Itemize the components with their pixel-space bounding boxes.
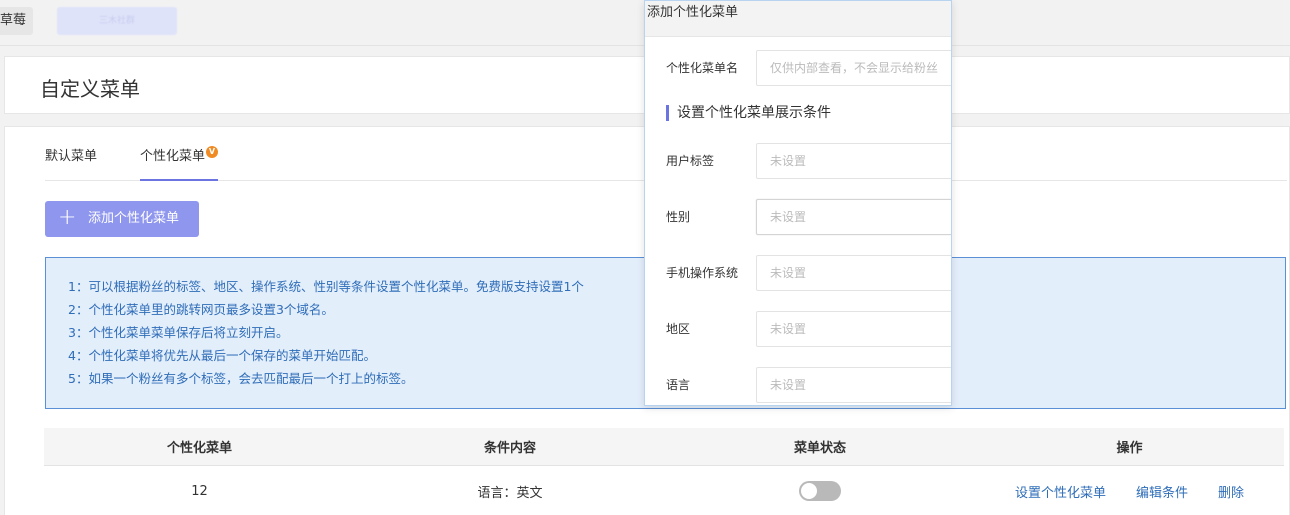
region-select[interactable]: 未设置: [756, 311, 951, 347]
row-condition: 语言：英文: [477, 485, 543, 501]
dialog-title: 添加个性化菜单: [645, 1, 951, 37]
os-row: 手机操作系统 未设置: [645, 255, 951, 291]
delete-link[interactable]: 删除: [1218, 482, 1244, 501]
toggle-knob: [801, 483, 817, 499]
os-label: 手机操作系统: [666, 266, 739, 280]
top-tab-account[interactable]: 草莓: [0, 7, 33, 35]
region-row: 地区 未设置: [645, 311, 951, 347]
row-menu-name: 12: [191, 483, 208, 499]
os-select[interactable]: 未设置: [756, 255, 951, 291]
page-title: 自定义菜单: [40, 77, 140, 101]
gender-label: 性别: [666, 210, 691, 224]
menu-name-row: 个性化菜单名 仅供内部查看，不会显示给粉丝: [645, 50, 951, 86]
col-header-status: 菜单状态: [793, 441, 846, 456]
language-select[interactable]: 未设置: [756, 367, 951, 403]
top-tab-blurred[interactable]: 三木社群: [57, 7, 177, 35]
row-status: [665, 466, 975, 515]
set-personal-menu-link[interactable]: 设置个性化菜单: [1015, 482, 1106, 501]
row-actions: 设置个性化菜单 编辑条件 删除: [975, 466, 1284, 515]
table-row: 12 语言：英文 设置个性化菜单 编辑条件 删除: [44, 466, 1284, 515]
tab-personal-menu[interactable]: 个性化菜单 V: [140, 145, 219, 181]
region-label: 地区: [666, 322, 691, 336]
col-header-actions: 操作: [1116, 441, 1143, 456]
col-header-condition: 条件内容: [483, 441, 536, 456]
menu-name-label: 个性化菜单名: [666, 61, 739, 75]
menu-name-input[interactable]: 仅供内部查看，不会显示给粉丝: [756, 50, 951, 86]
add-personal-menu-dialog: 添加个性化菜单 个性化菜单名 仅供内部查看，不会显示给粉丝 设置个性化菜单展示条…: [644, 0, 952, 406]
menu-status-toggle[interactable]: [799, 481, 841, 501]
plus-icon: +: [58, 205, 77, 230]
language-label: 语言: [666, 378, 691, 392]
condition-section-title: 设置个性化菜单展示条件: [666, 105, 831, 121]
user-tag-select[interactable]: 未设置: [756, 143, 951, 179]
add-personal-menu-button[interactable]: + 添加个性化菜单: [45, 201, 199, 237]
tab-personal-label: 个性化菜单: [140, 149, 206, 164]
gender-row: 性别 未设置: [645, 199, 951, 235]
table-header: 个性化菜单 条件内容 菜单状态 操作: [44, 428, 1284, 466]
edit-condition-link[interactable]: 编辑条件: [1136, 482, 1188, 501]
app-root: 草莓 三木社群 自定义菜单 默认菜单 个性化菜单 V + 添加个性化菜单 1：可以…: [0, 0, 1290, 515]
language-row: 语言 未设置: [645, 367, 951, 403]
user-tag-row: 用户标签 未设置: [645, 143, 951, 179]
tab-default-menu[interactable]: 默认菜单: [45, 145, 97, 181]
add-button-label: 添加个性化菜单: [88, 211, 180, 226]
vip-badge-icon: V: [206, 146, 219, 158]
gender-select[interactable]: 未设置: [756, 199, 951, 235]
personal-menu-table: 个性化菜单 条件内容 菜单状态 操作 12 语言：英文 设置个性化菜单 编辑条件…: [44, 428, 1284, 515]
tab-default-label: 默认菜单: [45, 149, 98, 164]
user-tag-label: 用户标签: [666, 154, 715, 168]
col-header-name: 个性化菜单: [166, 441, 232, 456]
